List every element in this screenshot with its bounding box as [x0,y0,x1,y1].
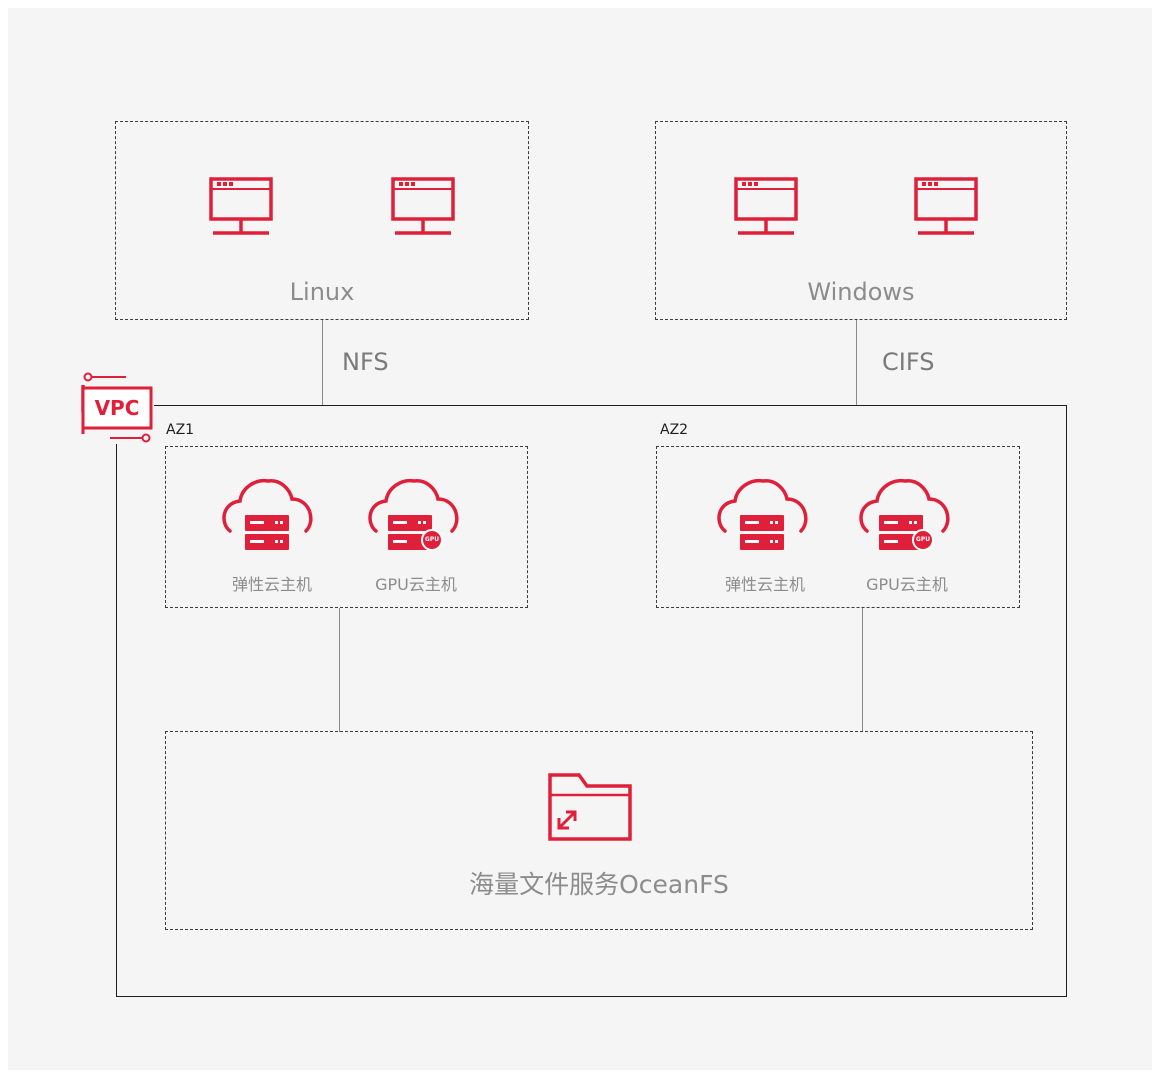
linux-label: Linux [289,278,355,306]
oceanfs-label: 海量文件服务OceanFS [469,870,729,899]
nfs-connector [322,320,323,406]
gpu-badge: GPU [915,536,931,543]
oceanfs-group: 海量文件服务OceanFS [165,731,1033,930]
gpu-label: GPU云主机 [866,575,948,594]
monitor-icon [208,176,274,238]
gpu-badge: GPU [424,536,440,543]
windows-group: Windows [655,121,1067,320]
ecs-label: 弹性云主机 [724,575,805,594]
az1-group: 弹性云主机 GPU GPU云主机 [165,446,528,608]
cloud-gpu-server-icon: GPU [857,477,953,557]
nfs-label: NFS [342,348,389,376]
vpc-icon: VPC [80,372,154,444]
monitor-icon [913,176,979,238]
ecs-label: 弹性云主机 [231,575,312,594]
az2-storage-connector [862,608,863,732]
gpu-label: GPU云主机 [375,575,457,594]
az1-label: AZ1 [166,422,195,438]
cloud-server-icon [715,477,811,557]
az2-label: AZ2 [660,422,689,438]
windows-label: Windows [807,278,915,306]
cifs-connector [856,320,857,406]
az2-group: 弹性云主机 GPU GPU云主机 [656,446,1020,608]
linux-group: Linux [115,121,529,320]
az1-storage-connector [339,608,340,732]
cifs-label: CIFS [882,348,935,376]
vpc-badge-text: VPC [94,396,140,420]
monitor-icon [733,176,799,238]
cloud-server-icon [220,477,316,557]
folder-icon [547,770,633,842]
monitor-icon [390,176,456,238]
cloud-gpu-server-icon: GPU [366,477,462,557]
